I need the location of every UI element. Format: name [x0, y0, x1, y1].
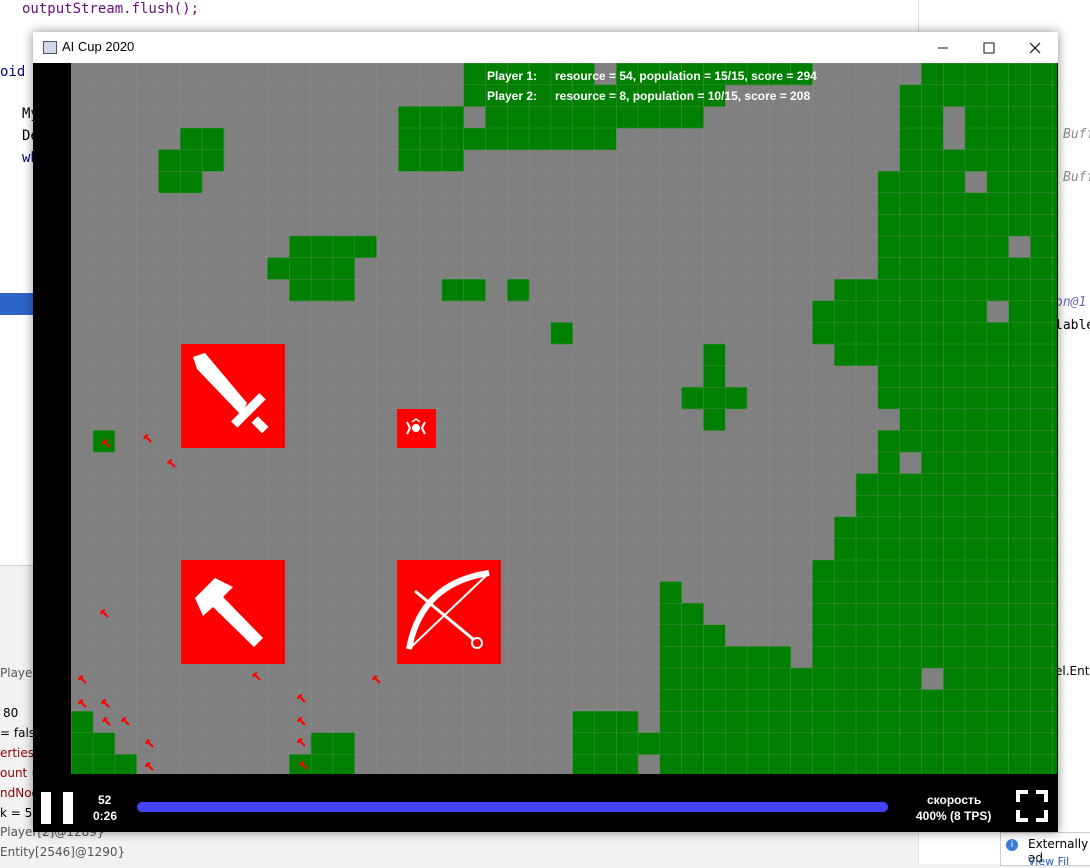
code-fragment: Buff	[1063, 170, 1090, 185]
close-icon	[1029, 42, 1041, 53]
pause-icon	[41, 792, 51, 824]
hud-player1-label: Player 1:	[487, 69, 538, 83]
time-display: 0:26	[93, 809, 118, 823]
hud-player2-label: Player 2:	[487, 89, 538, 103]
code-fragment: Buff	[1063, 127, 1090, 142]
melee-base[interactable]	[181, 344, 285, 448]
speed-label: скорость	[927, 793, 982, 807]
notification-balloon[interactable]: i Externally ad View Fil	[1000, 832, 1090, 868]
debug-var: el.Entit	[1055, 664, 1090, 678]
debug-var: Entity[2546]@1290}	[0, 845, 126, 859]
debug-var: 80	[3, 706, 19, 720]
timeline-slider[interactable]	[137, 802, 888, 812]
pause-icon-bar	[63, 792, 73, 824]
code-fragment: lable	[1055, 318, 1090, 333]
window-title: AI Cup 2020	[62, 39, 135, 54]
fullscreen-button[interactable]	[1016, 790, 1048, 822]
turret[interactable]	[397, 409, 436, 448]
code-fragment: oid	[0, 64, 26, 80]
notification-link[interactable]: View Fil	[1028, 855, 1069, 868]
builder-base[interactable]	[181, 560, 285, 664]
maximize-icon	[983, 42, 995, 53]
title-bar[interactable]: AI Cup 2020	[33, 32, 1058, 63]
game-window: AI Cup 2020 Player 1: resource = 54, pop…	[33, 32, 1058, 832]
pause-button[interactable]	[41, 792, 73, 824]
fullscreen-icon	[1016, 790, 1048, 822]
app-icon	[43, 41, 57, 54]
ranged-base[interactable]	[397, 560, 501, 664]
tick-counter: 52	[98, 793, 112, 807]
minimize-icon	[938, 47, 948, 48]
code-line-top: outputStream.flush();	[22, 1, 200, 17]
hud-player2-stats: resource = 8, population = 10/15, score …	[555, 89, 811, 103]
game-map[interactable]	[71, 63, 1057, 774]
maximize-button[interactable]	[966, 32, 1012, 63]
hud-player1-stats: resource = 54, population = 15/15, score…	[555, 69, 817, 83]
info-icon: i	[1006, 839, 1018, 851]
timeline-fill	[137, 802, 888, 812]
speed-value[interactable]: 400% (8 TPS)	[916, 809, 991, 823]
code-fragment: on@1	[1055, 295, 1087, 310]
minimize-button[interactable]	[920, 32, 966, 63]
close-button[interactable]	[1012, 32, 1058, 63]
playback-controls: 52 0:26 скорость 400% (8 TPS)	[33, 774, 1058, 832]
selected-line	[0, 293, 35, 315]
